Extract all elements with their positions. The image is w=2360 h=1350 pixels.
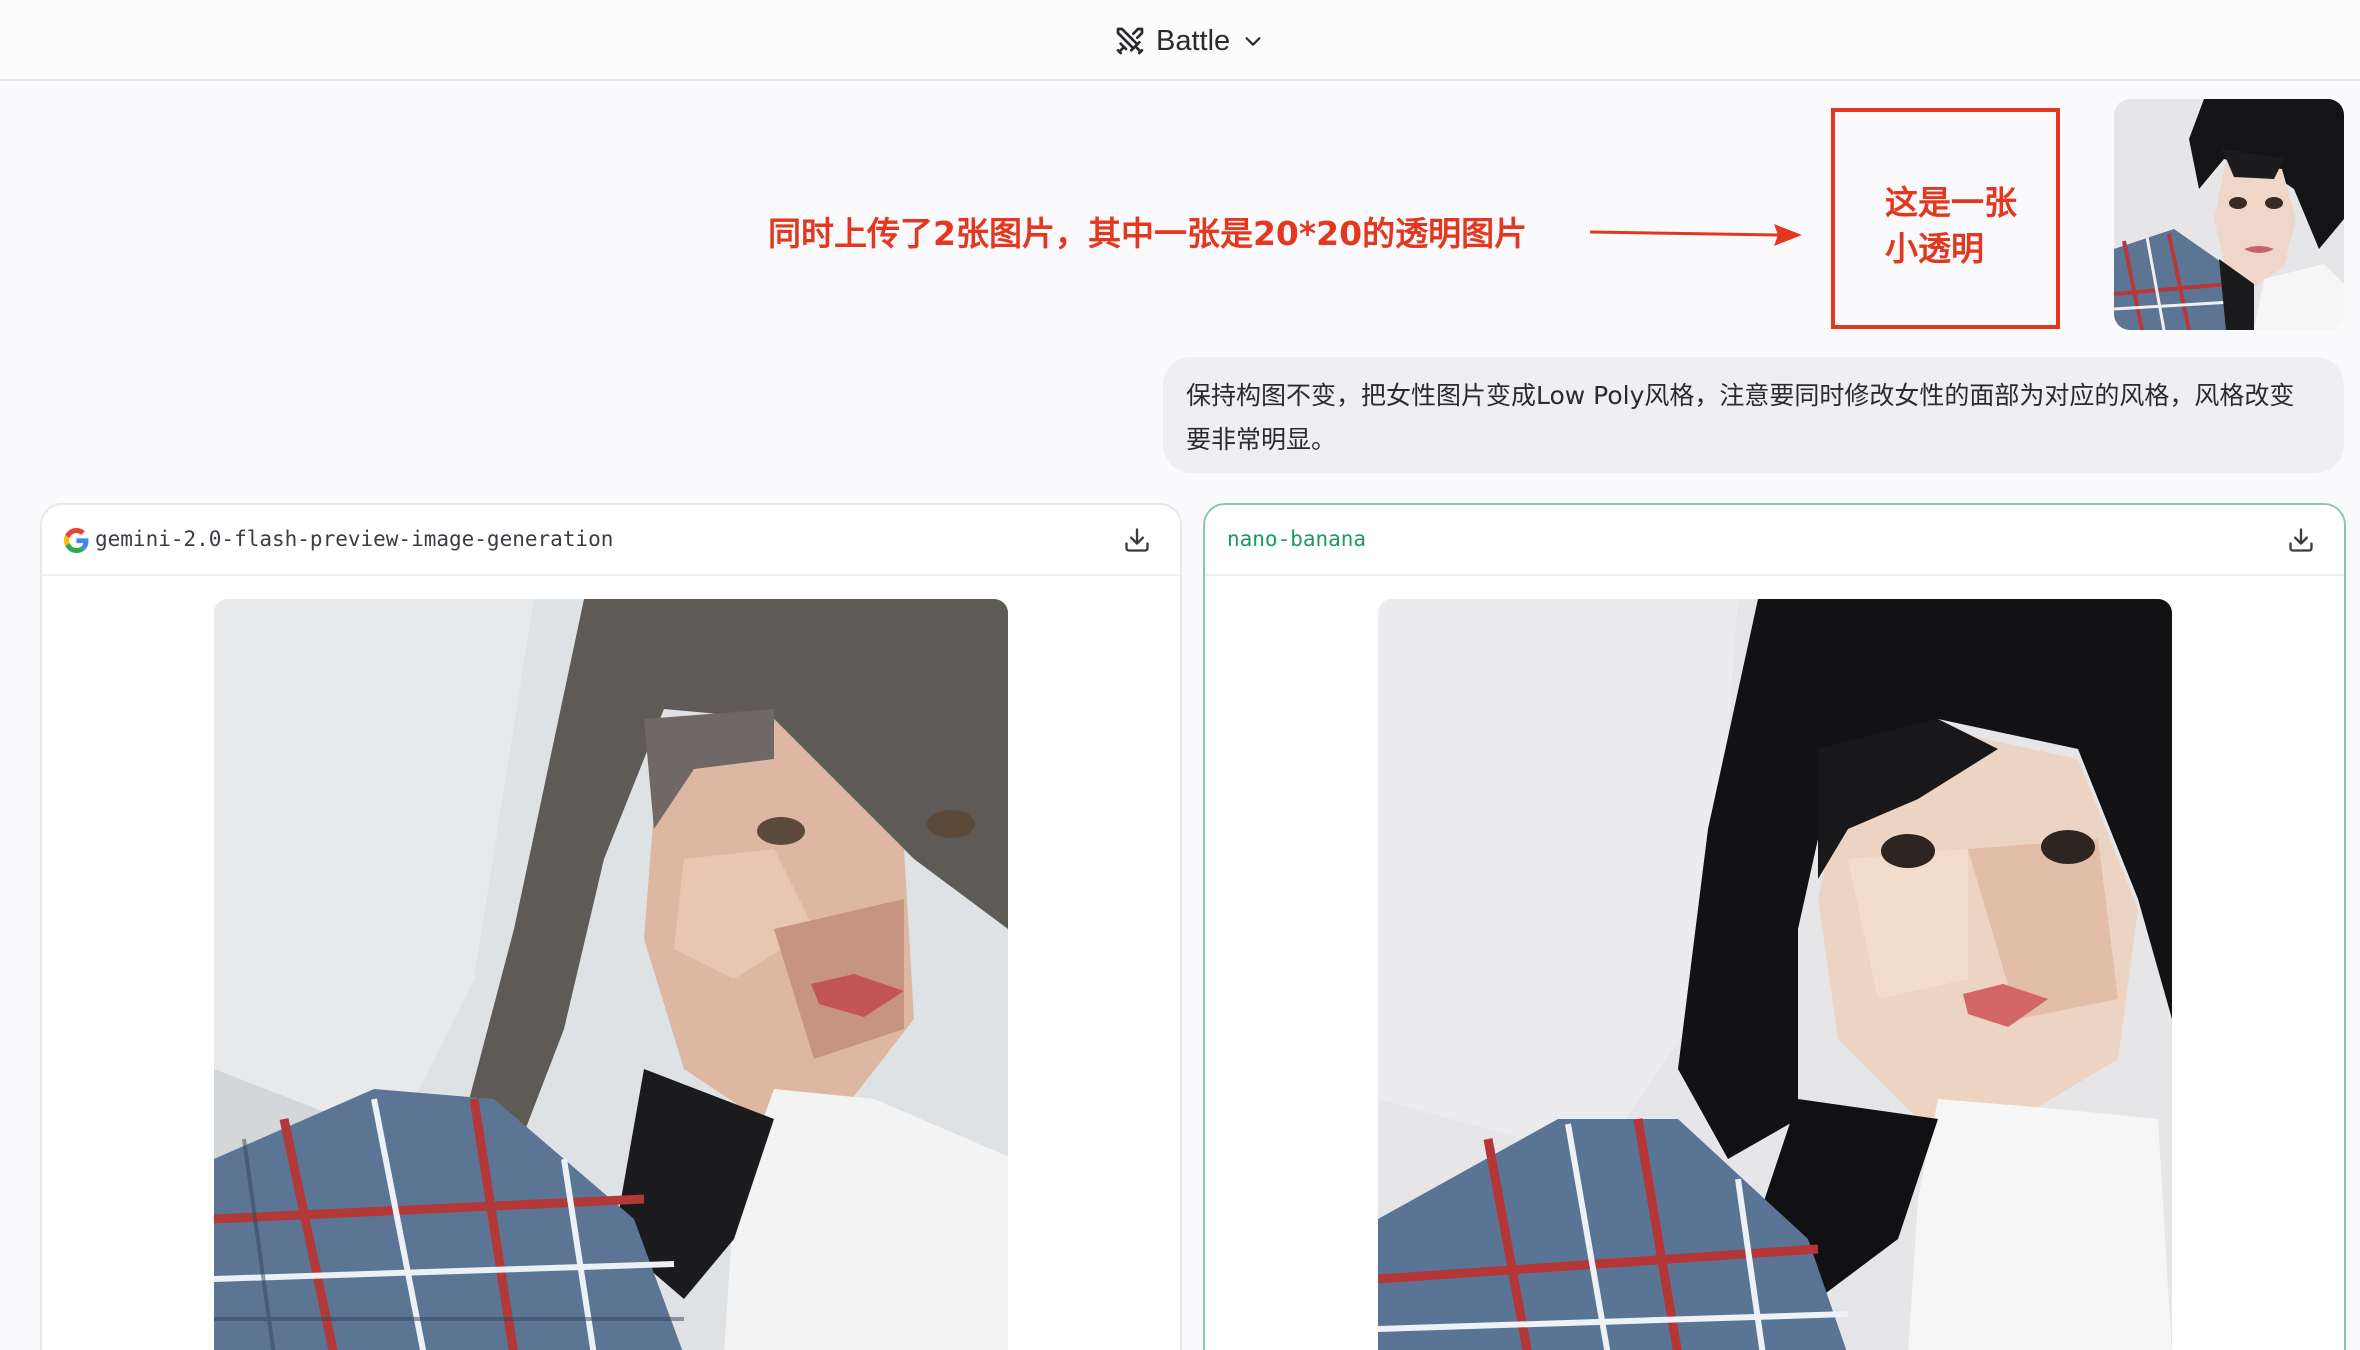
card-header: gemini-2.0-flash-preview-image-generatio… — [42, 505, 1180, 576]
user-prompt-bubble: 保持构图不变，把女性图片变成Low Poly风格，注意要同时修改女性的面部为对应… — [1163, 357, 2344, 473]
annotation-box: 这是一张 小透明 — [1831, 108, 2060, 329]
swords-icon — [1116, 27, 1144, 55]
prompt-text: 保持构图不变，把女性图片变成Low Poly风格，注意要同时修改女性的面部为对应… — [1186, 374, 2320, 462]
prompt-line-1: 保持构图不变，把女性图片变成Low Poly风格，注意要同时修改女性的面部为对应… — [1186, 381, 2295, 410]
arrow-right-icon — [1589, 224, 1802, 246]
annotation-box-line2: 小透明 — [1885, 229, 1984, 268]
mode-label: Battle — [1156, 24, 1231, 57]
model-card-left: gemini-2.0-flash-preview-image-generatio… — [40, 503, 1182, 1350]
annotation-box-line1: 这是一张 — [1885, 183, 2017, 222]
download-icon[interactable] — [1123, 526, 1151, 554]
model-card-right: nano-banana — [1203, 503, 2346, 1350]
download-icon[interactable] — [2287, 526, 2315, 554]
generated-image[interactable] — [214, 599, 1008, 1350]
model-name: gemini-2.0-flash-preview-image-generatio… — [95, 527, 614, 551]
generated-image[interactable] — [1378, 599, 2172, 1350]
top-bar: Battle — [0, 0, 2360, 81]
chevron-down-icon — [1245, 37, 1261, 46]
uploaded-image-thumbnail[interactable] — [2114, 99, 2344, 330]
prompt-line-2: 要非常明显。 — [1186, 425, 1337, 454]
mode-selector[interactable]: Battle — [1114, 20, 1264, 62]
model-name: nano-banana — [1227, 527, 1367, 551]
annotation-box-text: 这是一张 小透明 — [1885, 180, 2045, 272]
annotation-note: 同时上传了2张图片，其中一张是20*20的透明图片 — [768, 214, 1528, 253]
card-header: nano-banana — [1205, 505, 2344, 576]
google-icon — [64, 528, 89, 553]
